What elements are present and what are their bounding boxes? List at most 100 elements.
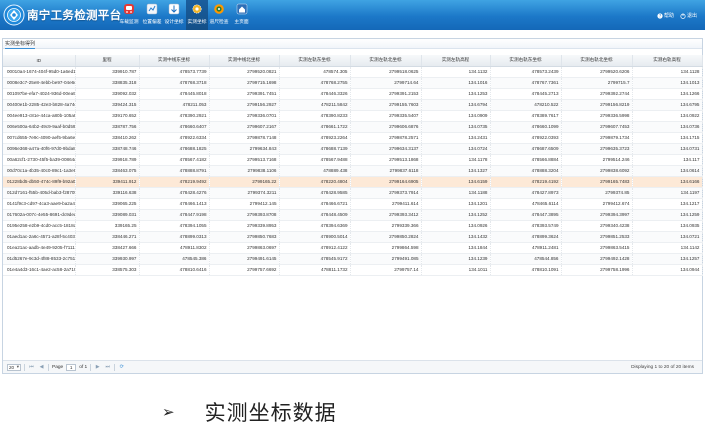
- table-row[interactable]: 00400e1b-2285-42e3-b828-4a74c 339424.315 4…: [3, 99, 703, 111]
- table-row[interactable]: 0141f9c3-cd97-4ca3-aae9-ba2a4e 339065.225…: [3, 198, 703, 210]
- column-header-right-east[interactable]: 实测右轨东坐标: [490, 55, 562, 67]
- table-cell: 134.0944: [632, 264, 703, 276]
- table-cell: 2799392.2744: [561, 88, 633, 100]
- panel-title-text: 实测坐标得列: [5, 41, 36, 49]
- table-cell: 2799156.2927: [209, 99, 280, 111]
- column-header-left-east[interactable]: 实测左轨东坐标: [279, 55, 351, 67]
- table-row[interactable]: 01d5267e-9c3d-4f88-8533-2c7510 339930.997…: [3, 253, 703, 265]
- table-cell: 478545.386: [139, 253, 210, 265]
- table-row[interactable]: 006e500a-64b2-49c9-9aaf-b0d590 338787.756…: [3, 121, 703, 133]
- exit-label: 退出: [686, 13, 697, 19]
- table-cell: 478211.5842: [279, 99, 351, 111]
- table-row[interactable]: 017602a-007c-4e55-8691-dc9dedc 339089.031…: [3, 209, 703, 221]
- table-cell: 134.1132: [421, 66, 491, 78]
- column-header-center-east[interactable]: 实测中线东坐标: [139, 55, 210, 67]
- measured-coordinates-table: ID 里程 实测中线东坐标 实测中线北坐标 实测左轨东坐标 实测左轨北坐标 实测…: [3, 55, 703, 276]
- table-cell: 478687.6509: [490, 143, 562, 155]
- exit-link[interactable]: 退出: [680, 12, 697, 19]
- table-row[interactable]: 007cd655-7e9c-4090-aef5-9ba6ecc 338410.26…: [3, 132, 703, 144]
- prev-page-icon[interactable]: ◀: [38, 364, 45, 371]
- column-header-right-elevation[interactable]: 实测右轨高程: [632, 55, 703, 67]
- page-size-select[interactable]: 20: [7, 363, 21, 371]
- column-header-right-north[interactable]: 实测右轨北坐标: [561, 55, 633, 67]
- table-row[interactable]: 00d70c1a-4b35-40c0-89c1-1a3e97 338463.075…: [3, 165, 703, 177]
- table-cell: 2799339.8953: [209, 220, 280, 232]
- table-cell: 2799607.7453: [561, 121, 633, 133]
- table-cell: 2799373.7914: [350, 187, 422, 199]
- nav-item-design[interactable]: 设计坐标: [163, 0, 186, 30]
- page-number-input[interactable]: 1: [66, 363, 77, 371]
- table-cell: 478220.4804: [279, 176, 351, 188]
- nav-item-measured[interactable]: 实测坐标: [185, 0, 208, 30]
- table-cell: 478427.8973: [490, 187, 562, 199]
- table-cell: 2799340.4238: [561, 220, 633, 232]
- table-cell: 2799165.22: [209, 176, 280, 188]
- table-cell: 339065.225: [75, 198, 140, 210]
- table-cell: 478446.3326: [279, 88, 351, 100]
- table-cell: 134.1128: [632, 66, 703, 78]
- help-icon: ?: [657, 12, 663, 19]
- table-cell: 339165.25: [75, 220, 140, 232]
- help-link[interactable]: ? 帮助: [657, 12, 674, 19]
- nav-item-vehicle[interactable]: 车载监测: [118, 0, 141, 30]
- column-header-left-north[interactable]: 实测左轨北坐标: [350, 55, 422, 67]
- table-cell: 2799394.3997: [561, 209, 633, 221]
- table-cell: 2799520.6206: [561, 66, 633, 78]
- table-cell: 339116.638: [75, 187, 140, 199]
- first-page-icon[interactable]: ⏮: [28, 364, 35, 371]
- column-header-id[interactable]: ID: [3, 55, 76, 67]
- table-row[interactable]: 00a62cf1-2730-45f5-ba39-00864d 339918.789…: [3, 154, 703, 166]
- table-row[interactable]: 0008e3c7-25e8-4ebb-be97-04e6cb 338835.318…: [3, 77, 703, 89]
- table-cell: 134.1253: [421, 88, 491, 100]
- table-cell: 478466.6721: [279, 198, 351, 210]
- table-body: 00010a4-1674-404f-95d0-1a6ed1 339910.787 4…: [3, 66, 703, 276]
- table-cell: 134.1016: [421, 77, 491, 89]
- table-cell: 2799851.2533: [561, 231, 633, 243]
- table-row[interactable]: 0195e258-e2b9-4cd0-acc5-1818de 339165.25 4…: [3, 220, 703, 232]
- table-cell: 478544.856: [490, 253, 562, 265]
- nav-label: 实测坐标: [187, 19, 207, 25]
- table-cell: 2799393.3412: [350, 209, 422, 221]
- table-row[interactable]: 00010a4-1674-404f-95d0-1a6ed1 339910.787 4…: [3, 66, 703, 78]
- table-cell: 01aed1ac-2a6c-4571-a28f-5c403bc: [3, 231, 76, 243]
- table-row[interactable]: 0096e368-a47a-40f6-97d0-9bda89 338748.746…: [3, 143, 703, 155]
- next-page-icon[interactable]: ▶: [94, 364, 101, 371]
- table-cell: 339092.032: [75, 88, 140, 100]
- app-title: 南宁工务检测平台: [27, 10, 122, 22]
- table-cell: 478447.9198: [139, 209, 210, 221]
- table-row[interactable]: 001097be-efa7-4024-936d-00ea96 339092.032…: [3, 88, 703, 100]
- table-cell: 2799635.3723: [561, 143, 633, 155]
- refresh-icon[interactable]: ⟳: [118, 364, 125, 371]
- nav-item-position[interactable]: 位置偏差: [141, 0, 164, 30]
- table-cell: 2799339.366: [350, 220, 422, 232]
- column-header-mileage[interactable]: 里程: [75, 55, 140, 67]
- table-cell: 2799518.0625: [350, 66, 422, 78]
- nav-item-ruler[interactable]: 道尺检查: [208, 0, 231, 30]
- nav-item-home[interactable]: 主页面: [231, 0, 254, 30]
- column-header-center-north[interactable]: 实测中线北坐标: [209, 55, 280, 67]
- table-cell: 134.1432: [421, 231, 491, 243]
- table-cell: 00010a4-1674-404f-95d0-1a6ed1: [3, 66, 76, 78]
- table-cell: 2799336.5998: [561, 110, 633, 122]
- table-row[interactable]: 004ee913-c81e-44ca-a80b-105a8b 339170.652…: [3, 110, 703, 122]
- nav-label: 主页面: [234, 19, 249, 25]
- table-cell: 2799757.14: [350, 264, 422, 276]
- table-cell: 2799878.2571: [350, 132, 422, 144]
- table-row[interactable]: 01ea21ac-aadb-4e49-9205-f71117 338427.666…: [3, 242, 703, 254]
- table-row[interactable]: 01aed1ac-2a6c-4571-a28f-5c403bc 338446.27…: [3, 231, 703, 243]
- table-row[interactable]: 012d7161-f55b-405d-bab3-f28705 339116.638…: [3, 187, 703, 199]
- table-row[interactable]: 01e4a4d3-16c1-4ae2-ac58-2a7196 338575.303…: [3, 264, 703, 276]
- table-cell: 478211.053: [139, 99, 210, 111]
- caption: ➢ 实测坐标数据: [162, 398, 337, 426]
- table-cell: 134.1201: [421, 198, 491, 210]
- table-cell: 478911.8302: [139, 242, 210, 254]
- table-cell: 478688.7139: [279, 143, 351, 155]
- table-cell: 2799715.7: [561, 77, 633, 89]
- column-header-left-elevation[interactable]: 实测左轨高程: [421, 55, 491, 67]
- table-cell: 478393.5749: [490, 220, 562, 232]
- table-cell: 01d5267e-9c3d-4f88-8533-2c7510: [3, 253, 76, 265]
- last-page-icon[interactable]: ⏭: [104, 364, 111, 371]
- table-cell: 338410.262: [75, 132, 140, 144]
- table-cell: 2799335.5407: [350, 110, 422, 122]
- table-row[interactable]: 01228bd5-db50-474c-89f9-b92a0c 339411.912…: [3, 176, 703, 188]
